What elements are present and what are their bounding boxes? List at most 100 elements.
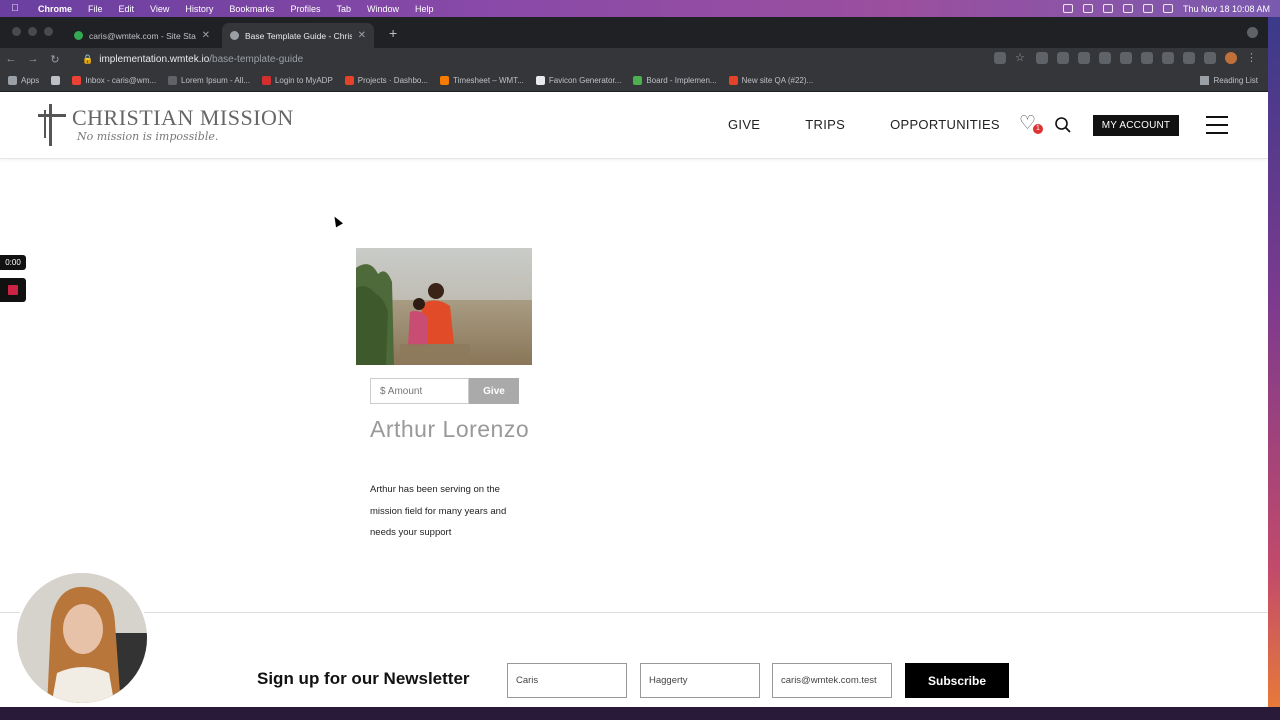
gitlab-icon: [728, 76, 738, 85]
close-tab-icon[interactable]: ✕: [202, 30, 210, 41]
browser-tab[interactable]: caris@wmtek.com - Site Stack ✕: [66, 23, 218, 48]
url-path: /base-template-guide: [209, 53, 304, 65]
menu-help[interactable]: Help: [407, 4, 442, 14]
menu-tab[interactable]: Tab: [328, 4, 359, 14]
extension-icon[interactable]: [1036, 52, 1048, 64]
profile-avatar[interactable]: [1225, 52, 1237, 64]
reading-list[interactable]: Reading List: [1199, 76, 1258, 85]
email-field[interactable]: caris@wmtek.com.test: [772, 663, 892, 698]
cart-count-badge: 1: [1033, 124, 1043, 134]
stop-recording-button[interactable]: [0, 278, 26, 302]
bookmark-gmail[interactable]: Inbox - caris@wm...: [72, 76, 156, 85]
cross-icon: [38, 104, 66, 146]
wifi-icon[interactable]: [1142, 4, 1153, 13]
bookmark-label: Login to MyADP: [274, 76, 333, 85]
status-icon[interactable]: [1062, 4, 1073, 13]
status-icon[interactable]: [1082, 4, 1093, 13]
minimize-window-button[interactable]: [28, 27, 37, 36]
first-name-field[interactable]: Caris: [507, 663, 627, 698]
nav-trips[interactable]: TRIPS: [805, 117, 845, 132]
more-menu-icon[interactable]: ⋮: [1246, 52, 1258, 64]
menubar-clock[interactable]: Thu Nov 18 10:08 AM: [1183, 4, 1270, 14]
tab-search-button[interactable]: [1247, 27, 1258, 38]
menu-edit[interactable]: Edit: [111, 4, 143, 14]
puzzle-icon[interactable]: [1183, 52, 1195, 64]
give-button[interactable]: Give: [469, 378, 519, 404]
battery-icon[interactable]: [1122, 4, 1133, 13]
donation-cart-button[interactable]: ♡ 1: [1019, 114, 1043, 134]
recording-timer: 0:00: [0, 255, 26, 270]
apps-grid-icon: [8, 76, 17, 85]
tab-title: Base Template Guide - Christia: [245, 30, 352, 41]
bookmark-star-icon[interactable]: ☆: [1015, 52, 1027, 64]
tab-bar: caris@wmtek.com - Site Stack ✕ Base Temp…: [0, 17, 1268, 48]
nav-opportunities[interactable]: OPPORTUNITIES: [890, 117, 1000, 132]
menu-chrome[interactable]: Chrome: [30, 4, 80, 14]
search-button[interactable]: [1054, 116, 1072, 134]
my-account-button[interactable]: MY ACCOUNT: [1093, 115, 1179, 136]
close-tab-icon[interactable]: ✕: [358, 30, 366, 41]
menu-file[interactable]: File: [80, 4, 111, 14]
macos-menubar:  Chrome File Edit View History Bookmark…: [0, 0, 1280, 17]
apple-icon[interactable]: : [0, 3, 30, 14]
amount-input[interactable]: [370, 378, 469, 404]
bookmark-lorem[interactable]: Lorem Ipsum - All...: [168, 76, 250, 85]
webcam-overlay: [15, 571, 149, 705]
browser-tab-active[interactable]: Base Template Guide - Christia ✕: [222, 23, 374, 48]
bookmark-favicon[interactable]: Favicon Generator...: [535, 76, 621, 85]
missionary-description: Arthur has been serving on the mission f…: [370, 484, 507, 538]
extension-icon[interactable]: [1162, 52, 1174, 64]
extension-icon[interactable]: [1141, 52, 1153, 64]
address-bar[interactable]: 🔒 implementation.wmtek.io/base-template-…: [78, 50, 1003, 68]
extension-icon[interactable]: [1204, 52, 1216, 64]
extensions-area: ☆ ⋮: [994, 52, 1258, 64]
subscribe-button[interactable]: Subscribe: [905, 663, 1009, 698]
last-name-field[interactable]: Haggerty: [640, 663, 760, 698]
missionary-photo: [356, 248, 532, 365]
search-icon: [1055, 117, 1071, 133]
menu-bookmarks[interactable]: Bookmarks: [221, 4, 282, 14]
maximize-window-button[interactable]: [44, 27, 53, 36]
bookmark-projects[interactable]: Projects · Dashbo...: [344, 76, 428, 85]
bookmark-folder[interactable]: [51, 76, 61, 85]
stop-icon: [8, 285, 18, 295]
close-window-button[interactable]: [12, 27, 21, 36]
bookmark-label: Inbox - caris@wm...: [85, 76, 157, 85]
extension-icon[interactable]: [1120, 52, 1132, 64]
extension-icon[interactable]: [1057, 52, 1069, 64]
menu-history[interactable]: History: [177, 4, 221, 14]
gitlab-icon: [344, 76, 354, 85]
bookmark-newsite[interactable]: New site QA (#22)...: [728, 76, 813, 85]
back-arrow-icon[interactable]: ←: [0, 53, 22, 65]
spotlight-icon[interactable]: [1162, 4, 1173, 13]
site-logo[interactable]: CHRISTIAN MISSION No mission is impossib…: [38, 104, 294, 146]
bookmark-timesheet[interactable]: Timesheet – WMT...: [440, 76, 524, 85]
logo-name: CHRISTIAN MISSION: [72, 105, 294, 130]
favicon-generator-icon: [535, 76, 545, 85]
extension-icon[interactable]: [1078, 52, 1090, 64]
lock-icon[interactable]: 🔒: [82, 54, 93, 65]
bookmark-adp[interactable]: Login to MyADP: [261, 76, 333, 85]
board-icon: [633, 76, 643, 85]
bookmark-label: Apps: [21, 76, 40, 85]
menu-profiles[interactable]: Profiles: [282, 4, 328, 14]
extension-icon[interactable]: [994, 52, 1006, 64]
harvest-icon: [440, 76, 450, 85]
site-header: CHRISTIAN MISSION No mission is impossib…: [0, 92, 1268, 159]
missionary-name[interactable]: Arthur Lorenzo: [370, 416, 530, 442]
bookmark-board[interactable]: Board - Implemen...: [633, 76, 717, 85]
menu-window[interactable]: Window: [359, 4, 407, 14]
bookmark-apps[interactable]: Apps: [8, 76, 39, 85]
missionary-card: Give Arthur Lorenzo Arthur has been serv…: [356, 248, 532, 538]
extension-icon[interactable]: [1099, 52, 1111, 64]
reload-icon[interactable]: ↻: [44, 53, 66, 66]
new-tab-button[interactable]: +: [389, 25, 397, 41]
bookmark-label: Lorem Ipsum - All...: [181, 76, 250, 85]
nav-give[interactable]: GIVE: [728, 117, 760, 132]
reading-list-label: Reading List: [1213, 76, 1258, 85]
menu-view[interactable]: View: [142, 4, 177, 14]
menubar-status-area: Thu Nov 18 10:08 AM: [1062, 0, 1270, 17]
bluetooth-icon[interactable]: [1102, 4, 1113, 13]
forward-arrow-icon[interactable]: →: [22, 53, 44, 65]
hamburger-menu-icon[interactable]: [1206, 116, 1228, 134]
